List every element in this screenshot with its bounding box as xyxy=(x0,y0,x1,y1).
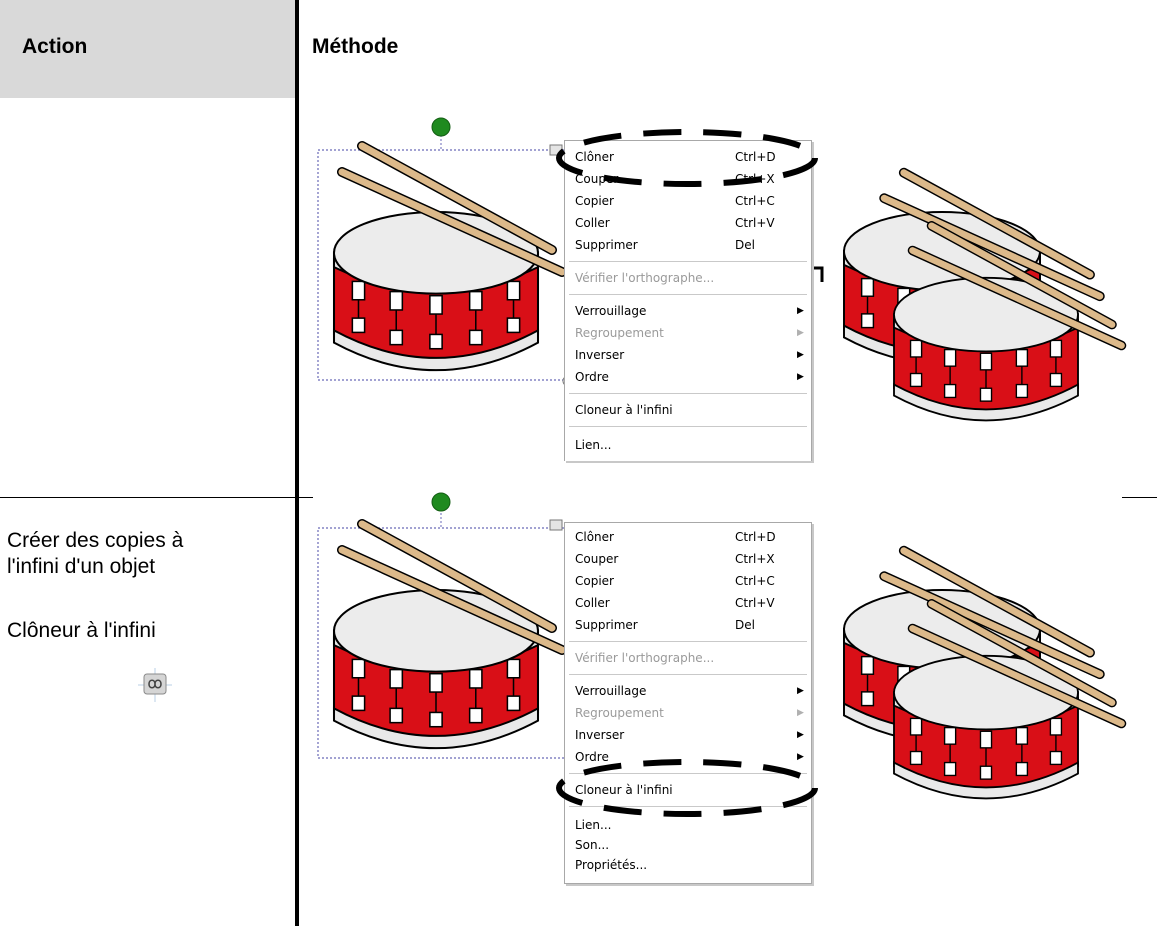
row-divider-mid xyxy=(299,497,313,498)
screenshot-scene-top: Clôner Ctrl+D Couper Ctrl+X Copier Ctrl+… xyxy=(312,110,1157,470)
row2-description-line2: l'infini d'un objet xyxy=(7,555,156,578)
row-divider-left xyxy=(0,497,299,498)
highlight-ellipse-cloner xyxy=(556,129,818,187)
infinite-cloner-icon xyxy=(138,668,172,702)
screenshot-scene-bottom: Clôner Ctrl+D Couper Ctrl+X Copier Ctrl+… xyxy=(312,488,1157,908)
column-divider xyxy=(295,0,299,926)
highlight-ellipse-cloneur-infini xyxy=(556,759,818,817)
method-header: Méthode xyxy=(312,35,399,58)
tool-name: Clôneur à l'infini xyxy=(7,619,156,642)
row2-description-line1: Créer des copies à xyxy=(7,529,184,552)
action-header: Action xyxy=(22,35,88,58)
